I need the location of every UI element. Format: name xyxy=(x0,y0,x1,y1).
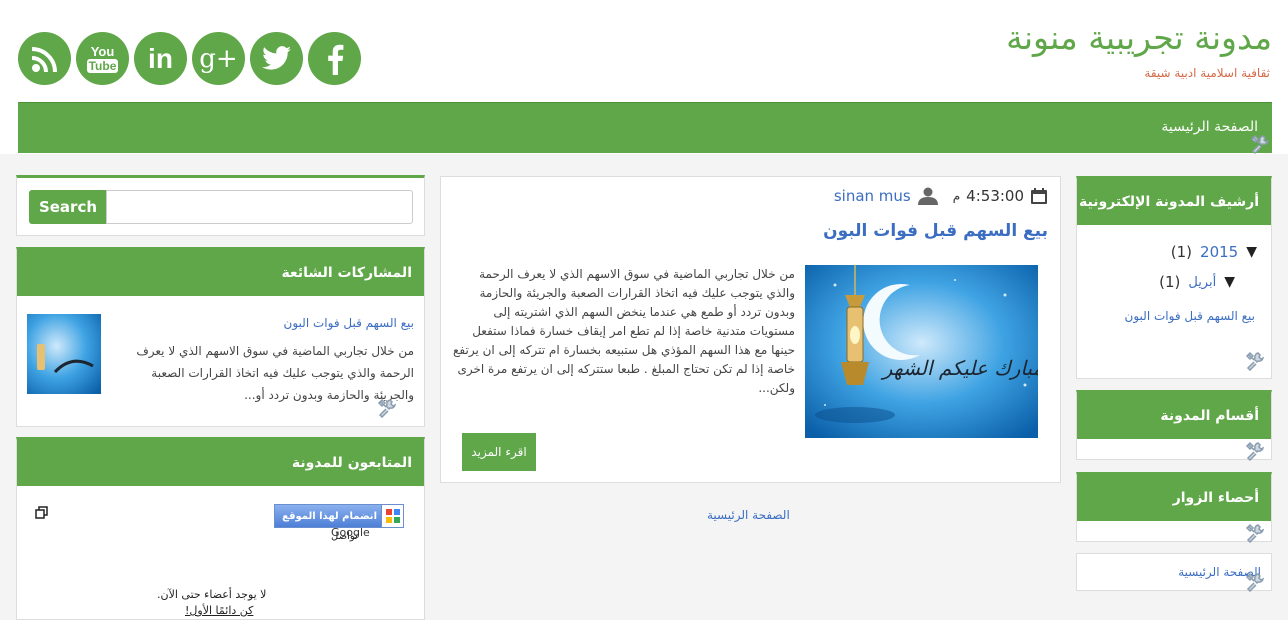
rss-icon[interactable] xyxy=(18,32,71,85)
popular-post-thumbnail[interactable] xyxy=(27,314,101,394)
blog-description: ثقافية اسلامية ادبية شيقة xyxy=(1144,66,1270,80)
user-icon xyxy=(917,187,938,205)
read-more-button[interactable]: اقرء المزيد xyxy=(462,433,536,471)
post-card: 4:53:00 م sinan mus بيع السهم قبل فوات ا… xyxy=(440,176,1061,483)
post-title[interactable]: بيع السهم قبل فوات البون xyxy=(823,221,1048,241)
linkedin-text: in xyxy=(148,42,173,74)
archive-title: أرشيف المدونة الإلكترونية xyxy=(1077,179,1271,225)
archive-widget: أرشيف المدونة الإلكترونية ▼ 2015 (1) ▼ أ… xyxy=(1076,176,1272,379)
quick-edit-icon[interactable] xyxy=(1250,134,1270,154)
join-site-label: انضمام لهذا الموقع xyxy=(282,510,377,522)
sections-title: أقسام المدونة xyxy=(1077,393,1271,439)
ramadan-image-text: مبارك عليكم الشهر xyxy=(880,356,1038,380)
search-input[interactable] xyxy=(106,190,413,224)
followers-widget: المتابعون للمدونة انضمام لهذا الموقع توا… xyxy=(16,437,425,620)
post-excerpt: من خلال تجاربي الماضية في سوق الاسهم الذ… xyxy=(453,267,795,395)
sections-widget: أقسام المدونة xyxy=(1076,390,1272,461)
blog-header: مدونة تجريبية منونة ثقافية اسلامية ادبية… xyxy=(0,0,1288,154)
calendar-icon xyxy=(1031,188,1047,204)
center-home-link[interactable]: الصفحة الرئيسية xyxy=(707,508,790,522)
post-time: 4:53:00 xyxy=(966,187,1024,205)
social-icons: You Tube in g+ xyxy=(18,32,361,85)
archive-year-row[interactable]: ▼ 2015 (1) xyxy=(1091,237,1257,267)
ramadan-image[interactable]: مبارك عليكم الشهر xyxy=(805,265,1038,438)
popular-posts-widget: المشاركات الشائعة بيع السهم قبل فوات الب… xyxy=(16,247,425,427)
archive-year-count: (1) xyxy=(1170,243,1193,261)
popular-post-excerpt: من خلال تجاربي الماضية في سوق الاسهم الذ… xyxy=(136,344,414,402)
search-widget: Search xyxy=(16,175,425,236)
main-navbar: الصفحة الرئيسية xyxy=(18,102,1272,154)
twitter-icon[interactable] xyxy=(250,32,303,85)
quick-edit-icon[interactable] xyxy=(1245,351,1265,371)
be-first-link[interactable]: كن دائمًا الأول! xyxy=(185,604,253,617)
archive-year-link[interactable]: 2015 xyxy=(1200,243,1238,261)
stats-title: أحصاء الزوار xyxy=(1077,475,1271,521)
popular-post-title[interactable]: بيع السهم قبل فوات البون xyxy=(284,316,414,330)
popular-posts-title: المشاركات الشائعة xyxy=(17,250,424,296)
expand-triangle-icon[interactable]: ▼ xyxy=(1246,244,1257,260)
archive-month-count: (1) xyxy=(1159,273,1181,291)
search-button[interactable]: Search xyxy=(29,190,107,224)
followers-title: المتابعون للمدونة xyxy=(17,440,424,486)
nav-home-link[interactable]: الصفحة الرئيسية xyxy=(1161,119,1258,135)
quick-edit-icon[interactable] xyxy=(377,398,397,418)
youtube-text-top: You xyxy=(90,43,115,59)
post-author[interactable]: sinan mus xyxy=(834,187,911,205)
expand-triangle-icon[interactable]: ▼ xyxy=(1224,274,1235,290)
facebook-icon[interactable] xyxy=(308,32,361,85)
quick-edit-icon[interactable] xyxy=(1245,523,1265,543)
archive-month-row[interactable]: ▼ أبريل (1) xyxy=(1091,267,1257,297)
archive-month-link[interactable]: أبريل xyxy=(1188,275,1216,290)
gplus-text: g+ xyxy=(199,43,238,74)
youtube-icon[interactable]: You Tube xyxy=(76,32,129,85)
google-caption-line2: Google xyxy=(331,526,370,539)
post-ampm: م xyxy=(952,189,961,203)
pages-widget: الصفحة الرئيسية xyxy=(1076,553,1272,592)
archive-post-link[interactable]: بيع السهم قبل فوات البون xyxy=(1125,309,1255,323)
linkedin-icon[interactable]: in xyxy=(134,32,187,85)
google-logo-icon xyxy=(381,505,403,527)
youtube-text-bottom: Tube xyxy=(86,58,119,73)
stats-widget: أحصاء الزوار xyxy=(1076,472,1272,543)
join-site-button[interactable]: انضمام لهذا الموقع xyxy=(274,504,404,528)
quick-edit-icon[interactable] xyxy=(1245,572,1265,592)
post-meta: 4:53:00 م sinan mus xyxy=(834,187,1048,205)
no-members-text: لا يوجد أعضاء حتى الآن. xyxy=(157,588,267,601)
google-plus-icon[interactable]: g+ xyxy=(192,32,245,85)
quick-edit-icon[interactable] xyxy=(1245,441,1265,461)
expand-window-icon[interactable] xyxy=(35,506,48,519)
blog-title[interactable]: مدونة تجريبية منونة xyxy=(1006,18,1272,57)
